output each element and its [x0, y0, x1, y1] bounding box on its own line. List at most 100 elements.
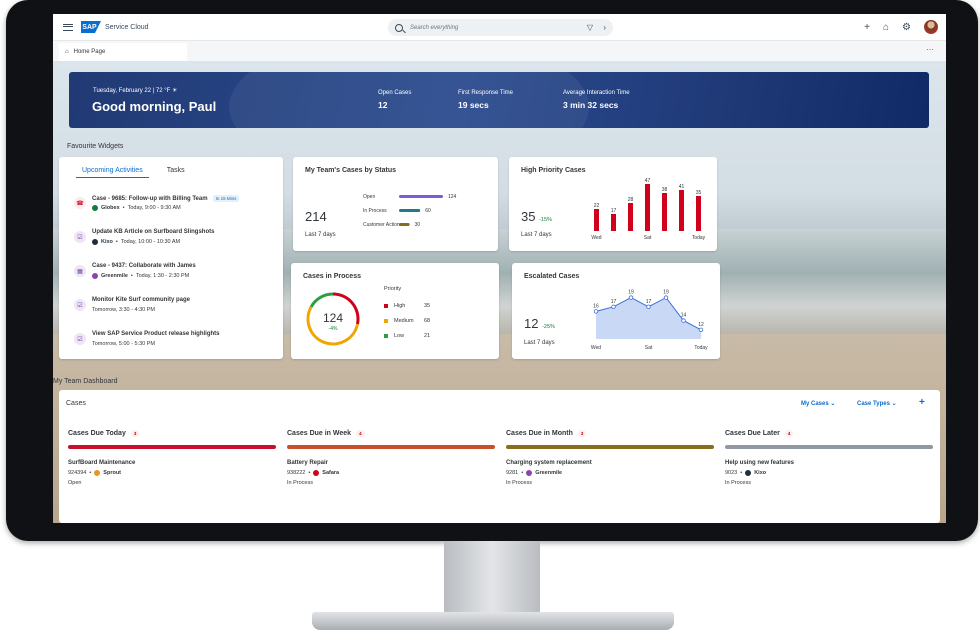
- overflow-icon[interactable]: ···: [926, 45, 934, 54]
- shell-actions: + ⌂ ⚙: [864, 20, 938, 34]
- column-header[interactable]: Cases Due in Week 4: [287, 430, 495, 437]
- high-priority-card[interactable]: High Priority Cases 35 -15% Last 7 days …: [509, 157, 717, 251]
- add-icon[interactable]: +: [919, 397, 925, 408]
- data-label: 17: [646, 299, 652, 305]
- status-badge: In 15 Mins: [212, 195, 240, 202]
- column-header[interactable]: Cases Due Later 4: [725, 430, 933, 437]
- tab-tasks[interactable]: Tasks: [161, 167, 191, 178]
- tick-label: Sat: [644, 235, 652, 241]
- count-badge: 4: [356, 430, 365, 437]
- bar: [594, 209, 599, 231]
- legend-value: 35: [424, 302, 431, 309]
- kpi-label: First Response Time: [458, 90, 514, 96]
- trend-value: -4%: [329, 326, 338, 332]
- case-title[interactable]: Help using new features: [725, 460, 933, 466]
- data-point: [646, 304, 651, 309]
- org-name[interactable]: Safara: [322, 470, 339, 476]
- case-meta: 938222 • Safara: [287, 470, 340, 476]
- data-point: [593, 309, 599, 314]
- trend-value: -15%: [539, 217, 552, 223]
- monitor-base: [312, 612, 674, 630]
- escalated-card[interactable]: Escalated Cases 12 -25% Last 7 days 16 We…: [512, 263, 720, 359]
- menu-icon[interactable]: [63, 23, 73, 31]
- column-bar: [506, 445, 714, 449]
- activity-title: Monitor Kite Surf community page: [92, 297, 191, 303]
- search-icon[interactable]: [395, 23, 403, 32]
- search-field[interactable]: Search everything ▽ ›: [388, 19, 613, 36]
- period-label: Last 7 days: [305, 232, 336, 238]
- sap-logo[interactable]: SAP: [81, 21, 101, 33]
- data-point: [663, 295, 669, 300]
- tick-label: Today: [694, 345, 708, 351]
- list-item[interactable]: ☎ Case - 9685: Follow-up with Billing Te…: [69, 192, 279, 226]
- filter-icon[interactable]: ▽: [587, 23, 593, 32]
- dashboard-title: Cases: [66, 400, 86, 407]
- bar-value: 124: [448, 194, 457, 200]
- case-column: Cases Due Later 4 Help using new features…: [725, 430, 933, 486]
- kpi-first-response[interactable]: First Response Time 19 secs: [458, 90, 513, 110]
- bell-icon[interactable]: ⌂: [883, 22, 889, 33]
- add-icon[interactable]: +: [864, 22, 870, 33]
- high-priority-chart: 22 Wed 17 28 47 Sat 38 41 35 Today: [591, 178, 706, 241]
- list-item[interactable]: ☑ Monitor Kite Surf community page Tomor…: [69, 294, 279, 328]
- activities-tabs: Upcoming Activities Tasks: [76, 167, 191, 178]
- case-title[interactable]: SurfBoard Maintenance: [68, 460, 276, 466]
- team-cases-card[interactable]: My Team's Cases by Status 214 Last 7 day…: [293, 157, 498, 251]
- data-label: 14: [681, 313, 687, 319]
- case-title[interactable]: Charging system replacement: [506, 460, 714, 466]
- case-status: In Process: [287, 480, 313, 486]
- org-logo-icon: [92, 205, 98, 211]
- list-item[interactable]: ☑ View SAP Service Product release highl…: [69, 328, 279, 362]
- kpi-value: 12: [378, 100, 388, 110]
- data-point: [681, 318, 686, 323]
- in-process-card[interactable]: Cases in Process 124 -4% Priority High 35 M…: [291, 263, 499, 359]
- activity-title: Case - 9437: Collaborate with James: [92, 263, 196, 269]
- chevron-right-icon[interactable]: ›: [603, 23, 606, 32]
- list-item[interactable]: ▦ Case - 9437: Collaborate with James Gr…: [69, 260, 279, 294]
- org-name[interactable]: Sprout: [103, 470, 121, 476]
- product-name: Service Cloud: [105, 23, 149, 31]
- data-label: 19: [628, 290, 634, 296]
- activities-list: ☎ Case - 9685: Follow-up with Billing Te…: [69, 192, 279, 362]
- task-icon: ☑: [74, 333, 86, 345]
- case-title[interactable]: Battery Repair: [287, 460, 495, 466]
- org-logo-icon: [745, 470, 752, 476]
- activities-card: Upcoming Activities Tasks ☎ Case - 9685:…: [59, 157, 283, 359]
- shell-bar: SAP Service Cloud Search everything ▽ › …: [53, 14, 946, 41]
- list-item[interactable]: ☑ Update KB Article on Surfboard Slingsh…: [69, 226, 279, 260]
- case-column: Cases Due Today 3 SurfBoard Maintenance 9…: [68, 430, 276, 486]
- task-icon: ☑: [74, 231, 86, 243]
- kpi-average-interaction[interactable]: Average Interaction Time 3 min 32 secs: [563, 90, 630, 110]
- case-id: 938222: [287, 470, 306, 476]
- case-types-dropdown[interactable]: Case Types ⌄: [857, 400, 897, 407]
- legend-label: Medium: [394, 317, 414, 324]
- my-cases-dropdown[interactable]: My Cases ⌄: [801, 400, 835, 407]
- team-dashboard-heading: My Team Dashboard: [53, 378, 118, 385]
- column-header[interactable]: Cases Due Today 3: [68, 430, 276, 437]
- bar: [628, 203, 633, 231]
- calendar-icon: ▦: [74, 265, 86, 277]
- data-label: 38: [662, 187, 668, 193]
- data-label: 41: [679, 184, 685, 190]
- tab-upcoming-activities[interactable]: Upcoming Activities: [76, 167, 149, 178]
- kpi-value: 3 min 32 secs: [563, 100, 619, 110]
- legend-dot: [384, 303, 388, 308]
- help-icon[interactable]: ⚙: [902, 22, 911, 33]
- data-label: 47: [645, 178, 651, 184]
- kpi-label: Open Cases: [378, 90, 412, 96]
- case-status: In Process: [725, 480, 751, 486]
- escalated-chart: 16 Wed 17 19 17 Sat 19 14 12 Today: [591, 290, 708, 351]
- bar: [696, 196, 701, 231]
- org-name[interactable]: Kixo: [754, 470, 766, 476]
- avatar[interactable]: [924, 20, 938, 34]
- tick-label: Today: [692, 235, 706, 241]
- data-point: [628, 295, 634, 300]
- org-name[interactable]: Greenmile: [535, 470, 562, 476]
- favourite-widgets-heading: Favourite Widgets: [67, 143, 124, 150]
- tick-label: Wed: [591, 235, 601, 241]
- legend-item: Medium 68: [384, 313, 464, 328]
- kpi-open-cases[interactable]: Open Cases 12: [378, 90, 411, 110]
- column-title: Cases Due Later: [725, 430, 780, 437]
- tab-home-page[interactable]: ⌂ Home Page: [59, 43, 187, 61]
- column-header[interactable]: Cases Due in Month 3: [506, 430, 714, 437]
